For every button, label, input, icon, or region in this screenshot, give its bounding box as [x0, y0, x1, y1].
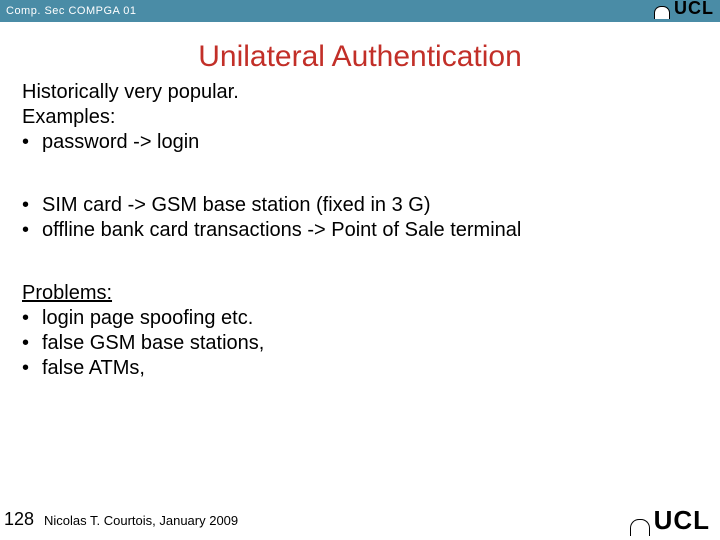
ucl-logo-icon: UCL: [654, 0, 714, 19]
intro-line-1: Historically very popular.: [22, 80, 702, 105]
ucl-logo-icon: UCL: [630, 505, 710, 536]
examples-block: •SIM card -> GSM base station (fixed in …: [22, 193, 702, 243]
page-number: 128: [4, 509, 34, 530]
problems-block: Problems: •login page spoofing etc. •fal…: [22, 281, 702, 381]
slide-title: Unilateral Authentication: [0, 40, 720, 74]
example-bullet-2: •offline bank card transactions -> Point…: [22, 218, 702, 243]
example-bullet-1-text: SIM card -> GSM base station (fixed in 3…: [42, 193, 430, 218]
example-bullet-2-text: offline bank card transactions -> Point …: [42, 218, 521, 243]
footer-author: Nicolas T. Courtois, January 2009: [44, 513, 238, 528]
slide-body: Historically very popular. Examples: •pa…: [0, 80, 720, 381]
intro-block: Historically very popular. Examples: •pa…: [22, 80, 702, 155]
problem-bullet-1: •login page spoofing etc.: [22, 306, 702, 331]
problems-heading: Problems:: [22, 281, 702, 306]
problem-bullet-2-text: false GSM base stations,: [42, 331, 264, 356]
problem-bullet-3-text: false ATMs,: [42, 356, 145, 381]
example-bullet-1: •SIM card -> GSM base station (fixed in …: [22, 193, 702, 218]
problem-bullet-3: •false ATMs,: [22, 356, 702, 381]
intro-line-2: Examples:: [22, 105, 702, 130]
problem-bullet-2: •false GSM base stations,: [22, 331, 702, 356]
course-code: Comp. Sec COMPGA 01: [6, 5, 137, 17]
header-bar: Comp. Sec COMPGA 01 UCL: [0, 0, 720, 22]
intro-bullet-1: •password -> login: [22, 130, 702, 155]
intro-bullet-1-text: password -> login: [42, 130, 199, 155]
problem-bullet-1-text: login page spoofing etc.: [42, 306, 253, 331]
